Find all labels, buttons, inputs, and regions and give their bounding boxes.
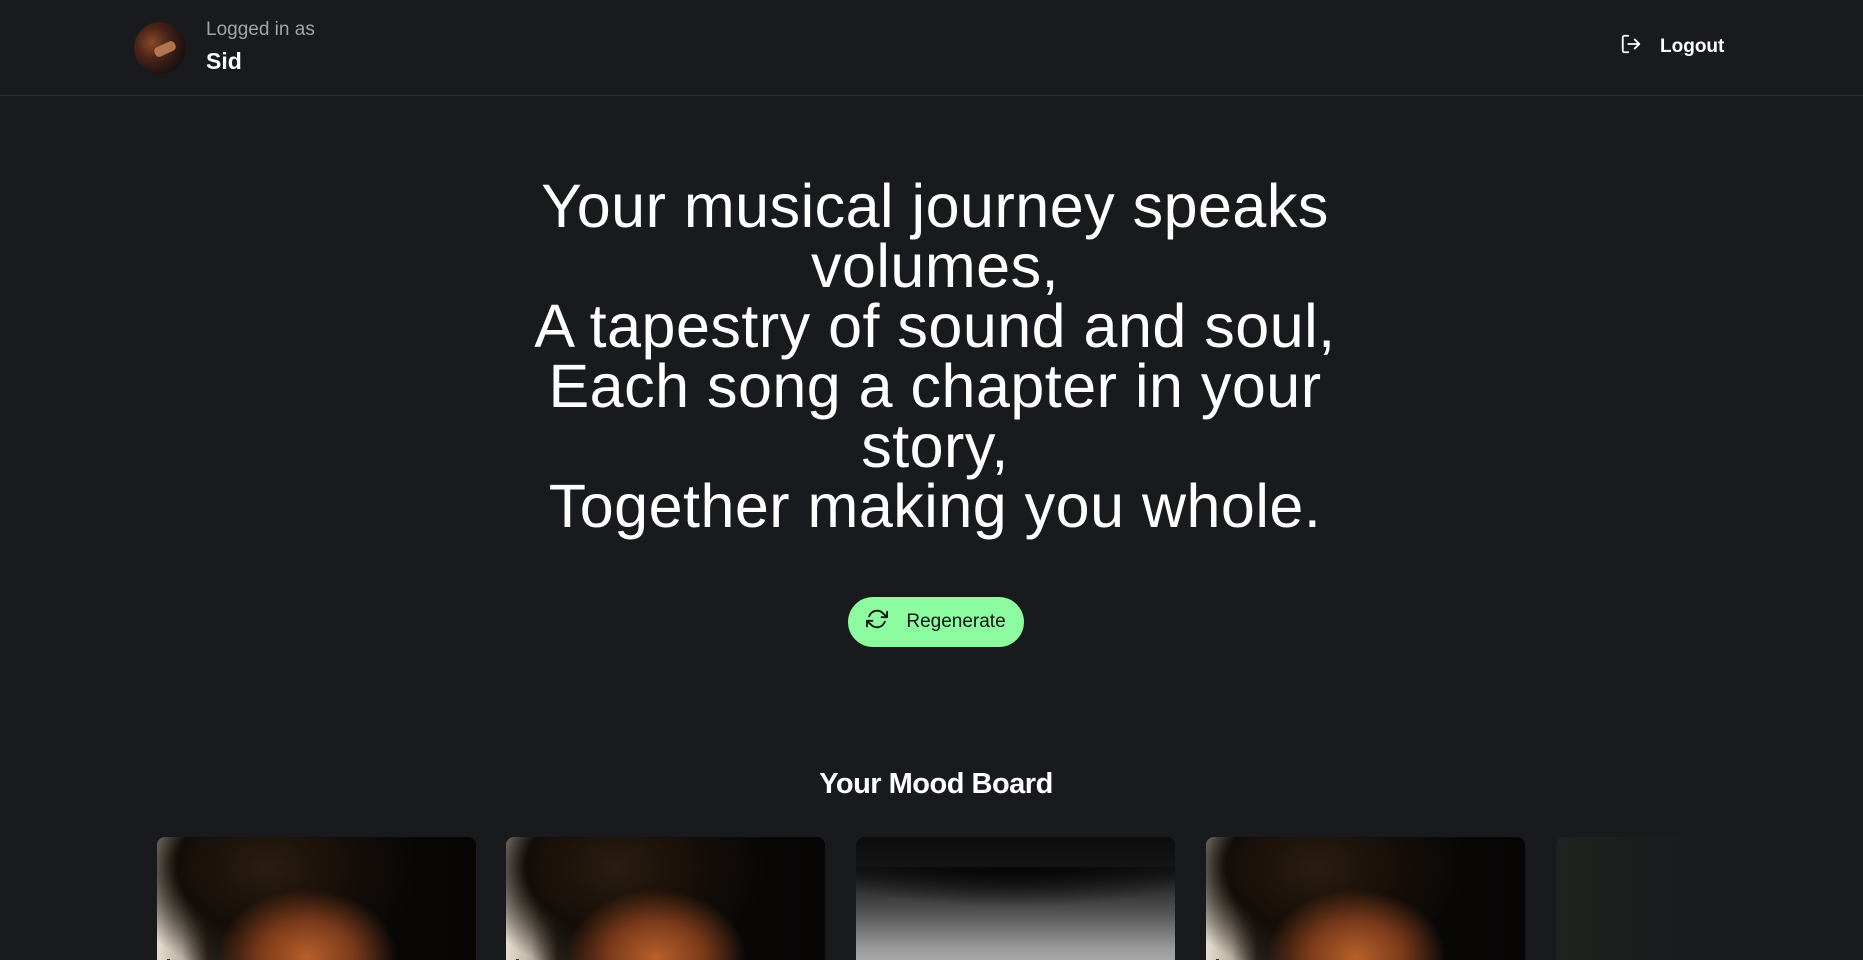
user-text: Logged in as Sid	[206, 19, 315, 76]
mood-card[interactable]	[1556, 837, 1696, 960]
poem-line: A tapestry of sound and soul,	[534, 292, 1336, 360]
logout-icon	[1620, 33, 1642, 60]
poem-line: Together making you whole.	[548, 472, 1322, 540]
logged-in-label: Logged in as	[206, 19, 315, 40]
avatar	[134, 21, 186, 74]
mood-board-cards	[157, 837, 1863, 960]
poem-line: Your musical journey speaks volumes,	[541, 172, 1329, 300]
mood-board-title: Your Mood Board	[819, 768, 1053, 800]
top-bar: Logged in as Sid Logout	[0, 0, 1863, 96]
mood-card[interactable]	[506, 837, 825, 960]
user-info: Logged in as Sid	[134, 19, 315, 76]
user-name: Sid	[206, 48, 242, 74]
poem-line: Each song a chapter in your story,	[548, 352, 1322, 480]
mood-card[interactable]	[856, 837, 1175, 960]
logout-button[interactable]: Logout	[1620, 33, 1724, 60]
regenerate-label: Regenerate	[906, 611, 1006, 632]
poem: Your musical journey speaks volumes, A t…	[490, 172, 1380, 540]
logout-label: Logout	[1660, 35, 1725, 57]
regenerate-button[interactable]: Regenerate	[848, 597, 1024, 647]
mood-card[interactable]	[157, 837, 476, 960]
refresh-icon	[866, 608, 906, 636]
mood-card[interactable]	[1206, 837, 1525, 960]
